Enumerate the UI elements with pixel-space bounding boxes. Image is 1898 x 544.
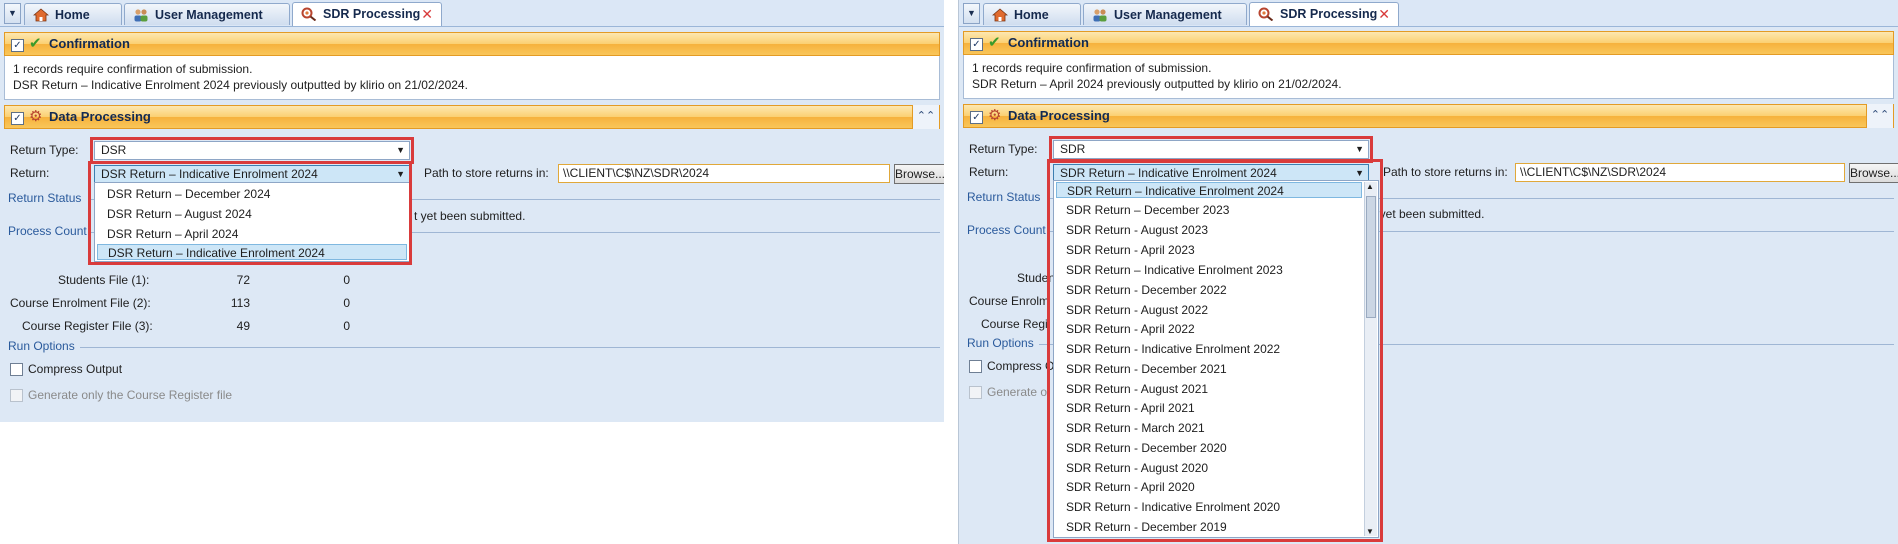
data-processing-header: ✓ ⚙ Data Processing ⌃⌃ [4, 105, 940, 129]
data-processing-toggle-checkbox[interactable]: ✓ [11, 112, 24, 125]
path-input[interactable]: \\CLIENT\C$\NZ\SDR\2024 [1515, 163, 1845, 182]
data-processing-icon: ⚙ [988, 107, 1002, 124]
tab-bar: ▼ Home User Management SDR Processing ✕ [0, 0, 944, 27]
confirmation-body: 1 records require confirmation of submis… [4, 56, 940, 100]
run-options-label: Run Options [8, 339, 75, 353]
tab-user-management[interactable]: User Management [124, 3, 290, 25]
return-type-label: Return Type: [969, 142, 1038, 156]
confirmation-toggle-checkbox[interactable]: ✓ [11, 39, 24, 52]
course-enrolment-file-errors: 0 [343, 296, 350, 310]
generate-register-only-label-partial: Generate o [987, 385, 1048, 399]
students-file-count: 72 [236, 273, 250, 287]
content-area: ✓ ✔ Confirmation 1 records require confi… [0, 27, 944, 422]
generate-register-only-checkbox [969, 386, 982, 399]
students-file-label: Students File (1): [58, 273, 150, 287]
students-file-errors: 0 [343, 273, 350, 287]
return-label: Return: [969, 165, 1009, 179]
process-count-label: Process Count [967, 223, 1046, 237]
data-processing-title: Data Processing [49, 109, 151, 124]
browse-button[interactable]: Browse... [894, 164, 944, 184]
confirmation-title: Confirmation [49, 36, 130, 51]
tab-user-management-label: User Management [1114, 8, 1222, 22]
data-processing-toggle-checkbox[interactable]: ✓ [970, 111, 983, 124]
users-icon [134, 9, 148, 22]
return-type-label: Return Type: [10, 143, 79, 157]
run-options-divider [80, 347, 940, 348]
course-register-file-label-partial: Course Regi [981, 317, 1048, 331]
tab-home[interactable]: Home [24, 3, 122, 25]
data-processing-header: ✓ ⚙ Data Processing ⌃⌃ [963, 104, 1894, 128]
course-enrolment-file-label: Course Enrolment File (2): [10, 296, 151, 310]
tab-home[interactable]: Home [983, 3, 1081, 25]
tab-home-label: Home [1014, 8, 1049, 22]
tab-user-management[interactable]: User Management [1083, 3, 1247, 25]
content-area: ✓ ✔ Confirmation 1 records require confi… [959, 27, 1898, 544]
confirmation-body: 1 records require confirmation of submis… [963, 55, 1894, 99]
confirmation-line-2: DSR Return – Indicative Enrolment 2024 p… [13, 78, 468, 92]
tab-sdr-processing[interactable]: SDR Processing ✕ [292, 2, 442, 26]
course-register-file-errors: 0 [343, 319, 350, 333]
tab-sdr-processing[interactable]: SDR Processing ✕ [1249, 2, 1399, 26]
return-status-label: Return Status [8, 191, 82, 205]
confirmation-line-1: 1 records require confirmation of submis… [972, 61, 1212, 75]
not-submitted-text: t yet been submitted. [414, 209, 526, 223]
compress-output-label-partial: Compress O [987, 359, 1055, 373]
confirmation-header: ✓ ✔ Confirmation [963, 31, 1894, 55]
tab-home-label: Home [55, 8, 90, 22]
close-tab-icon[interactable]: ✕ [421, 3, 433, 25]
tab-bar: ▼ Home User Management SDR Processing ✕ [959, 0, 1898, 27]
tab-sdr-processing-label: SDR Processing [323, 7, 421, 21]
sdr-processing-icon [1258, 7, 1274, 21]
path-input[interactable]: \\CLIENT\C$\NZ\SDR\2024 [558, 164, 890, 183]
return-label: Return: [10, 166, 50, 180]
course-register-file-label: Course Register File (3): [22, 319, 153, 333]
data-processing-icon: ⚙ [29, 108, 43, 125]
course-register-file-count: 49 [236, 319, 250, 333]
highlight-return-dropdown [88, 161, 412, 265]
path-label: Path to store returns in: [424, 166, 549, 180]
tab-menu-arrow-icon[interactable]: ▼ [4, 3, 21, 24]
generate-register-only-checkbox [10, 389, 23, 402]
confirmation-title: Confirmation [1008, 35, 1089, 50]
sdr-processing-icon [301, 7, 317, 21]
generate-register-only-label: Generate only the Course Register file [28, 388, 233, 402]
course-enrolment-file-count: 113 [230, 296, 250, 310]
collapse-chevron-icon[interactable]: ⌃⌃ [912, 105, 939, 129]
compress-output-checkbox[interactable] [10, 363, 23, 376]
close-tab-icon[interactable]: ✕ [1378, 3, 1390, 25]
tab-user-management-label: User Management [155, 8, 263, 22]
left-pane: ▼ Home User Management SDR Processing ✕ … [0, 0, 944, 422]
run-options-label: Run Options [967, 336, 1034, 350]
browse-button[interactable]: Browse... [1849, 163, 1898, 183]
right-pane: ▼ Home User Management SDR Processing ✕ … [959, 0, 1898, 544]
not-submitted-text: t yet been submitted. [1373, 207, 1485, 221]
confirmation-header: ✓ ✔ Confirmation [4, 32, 940, 56]
compress-output-label: Compress Output [28, 362, 123, 376]
confirmation-line-1: 1 records require confirmation of submis… [13, 62, 253, 76]
confirmation-line-2: SDR Return – April 2024 previously outpu… [972, 77, 1342, 91]
return-status-label: Return Status [967, 190, 1041, 204]
path-label: Path to store returns in: [1383, 165, 1508, 179]
confirmation-toggle-checkbox[interactable]: ✓ [970, 38, 983, 51]
home-icon [992, 8, 1008, 22]
tab-menu-arrow-icon[interactable]: ▼ [963, 3, 980, 24]
course-enrolment-file-label-partial: Course Enrolm [969, 294, 1050, 308]
check-icon: ✔ [988, 34, 1001, 51]
check-icon: ✔ [29, 35, 42, 52]
compress-output-checkbox[interactable] [969, 360, 982, 373]
highlight-return-type [90, 137, 414, 164]
highlight-return-dropdown [1047, 159, 1383, 542]
users-icon [1093, 9, 1107, 22]
home-icon [33, 8, 49, 22]
tab-sdr-processing-label: SDR Processing [1280, 7, 1378, 21]
process-count-label: Process Count [8, 224, 87, 238]
data-processing-title: Data Processing [1008, 108, 1110, 123]
collapse-chevron-icon[interactable]: ⌃⌃ [1866, 104, 1893, 128]
